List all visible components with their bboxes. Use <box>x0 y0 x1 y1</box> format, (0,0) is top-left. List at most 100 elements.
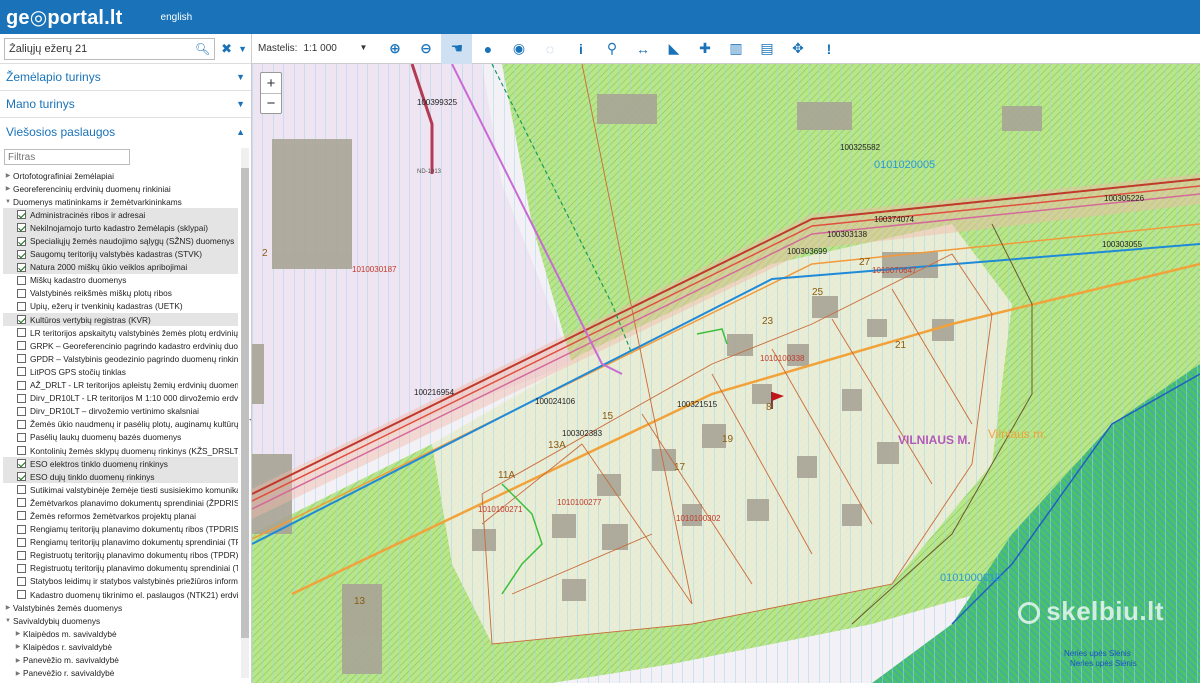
globe-button[interactable]: ● <box>472 34 503 64</box>
tree-folder[interactable]: ▶ Georeferencinių erdvinių duomenų rinkin… <box>3 182 238 195</box>
tree-folder[interactable]: ▶ Valstybinės žemės duomenys <box>3 601 238 614</box>
triangle-right-icon[interactable]: ▶ <box>13 630 23 637</box>
layer-item[interactable]: Miškų kadastro duomenys <box>3 274 238 287</box>
alert-button[interactable]: ! <box>813 34 844 64</box>
forward-button[interactable]: ◌ <box>534 34 565 64</box>
tree-folder[interactable]: ▶ Panevėžio r. savivaldybė <box>3 667 238 680</box>
layer-checkbox[interactable] <box>17 354 26 364</box>
layer-checkbox[interactable] <box>17 301 26 311</box>
layer-checkbox[interactable] <box>17 576 26 586</box>
profile-button[interactable]: ◣ <box>658 34 689 64</box>
layer-item[interactable]: Kontolinių žemės sklypų duomenų rinkinys… <box>3 444 238 457</box>
locate-button[interactable]: ✥ <box>782 34 813 64</box>
back-button[interactable]: ◉ <box>503 34 534 64</box>
triangle-right-icon[interactable]: ▶ <box>3 172 13 179</box>
search-input[interactable] <box>9 42 195 55</box>
link-button[interactable]: ⚲ <box>596 34 627 64</box>
layer-item[interactable]: Registruotų teritorijų planavimo dokumen… <box>3 562 238 575</box>
layer-item[interactable]: Registruotų teritorijų planavimo dokumen… <box>3 549 238 562</box>
layer-checkbox[interactable] <box>17 262 26 272</box>
layer-item[interactable]: Žemės reformos žemėtvarkos projektų plan… <box>3 509 238 522</box>
layer-item[interactable]: Sutikimai valstybinėje žemėje tiesti sus… <box>3 483 238 496</box>
filter-input[interactable] <box>4 149 130 165</box>
layer-item[interactable]: GRPK – Georeferencinio pagrindo kadastro… <box>3 339 238 352</box>
triangle-down-icon[interactable]: ▼ <box>3 199 13 205</box>
layer-checkbox[interactable] <box>17 524 26 534</box>
layer-checkbox[interactable] <box>17 472 26 482</box>
layer-item[interactable]: Specialiųjų žemės naudojimo sąlygų (SŽNS… <box>3 234 238 248</box>
layer-item[interactable]: GPDR – Valstybinis geodezinio pagrindo d… <box>3 352 238 365</box>
tree-folder[interactable]: ▶ Panevėžio m. savivaldybė <box>3 653 238 666</box>
layer-checkbox[interactable] <box>17 550 26 560</box>
info-button[interactable]: i <box>565 34 596 64</box>
zoom-in-button[interactable]: ⊕ <box>379 34 410 64</box>
layer-item[interactable]: Administracinės ribos ir adresai <box>3 208 238 222</box>
layer-item[interactable]: Rengiamų teritorijų planavimo dokumentų … <box>3 523 238 536</box>
layer-item[interactable]: Pasėlių laukų duomenų bazės duomenys <box>3 431 238 444</box>
layer-item[interactable]: LR teritorijos apskaitytų valstybinės že… <box>3 326 238 339</box>
layer-checkbox[interactable] <box>17 498 26 508</box>
triangle-right-icon[interactable]: ▶ <box>3 185 13 192</box>
scroll-thumb[interactable] <box>241 168 249 638</box>
triangle-right-icon[interactable]: ▶ <box>3 604 13 611</box>
layer-checkbox[interactable] <box>17 432 26 442</box>
layer-item[interactable]: LitPOS GPS stočių tinklas <box>3 365 238 378</box>
layer-item[interactable]: Statybos leidimų ir statybos valstybinės… <box>3 575 238 588</box>
layer-checkbox[interactable] <box>17 275 26 285</box>
layer-checkbox[interactable] <box>17 367 26 377</box>
layer-checkbox[interactable] <box>17 223 26 233</box>
triangle-right-icon[interactable]: ▶ <box>13 643 23 650</box>
layer-item[interactable]: Saugomų teritorijų valstybės kadastras (… <box>3 247 238 261</box>
layer-item[interactable]: Dirv_DR10LT – dirvožemio vertinimo skals… <box>3 405 238 418</box>
layer-checkbox[interactable] <box>17 393 26 403</box>
tree-folder[interactable]: ▶ Klaipėdos r. savivaldybė <box>3 640 238 653</box>
map-canvas[interactable]: 100399325 1010030187 2 100325582 0101020… <box>252 64 1200 683</box>
layer-item[interactable]: Žemėtvarkos planavimo dokumentų sprendin… <box>3 496 238 509</box>
zoom-out-button[interactable]: − <box>261 93 281 113</box>
layer-item[interactable]: Žemės ūkio naudmenų ir pasėlių plotų, au… <box>3 418 238 431</box>
layer-checkbox[interactable] <box>17 315 26 325</box>
tree-folder[interactable]: ▼ Savivaldybių duomenys <box>3 614 238 627</box>
layer-checkbox[interactable] <box>17 380 26 390</box>
layer-item[interactable]: Natura 2000 miškų ūkio veiklos apribojim… <box>3 260 238 274</box>
layer-checkbox[interactable] <box>17 406 26 416</box>
section-public-services[interactable]: Viešosios paslaugos ▲ <box>0 118 251 145</box>
layer-checkbox[interactable] <box>17 537 26 547</box>
layer-checkbox[interactable] <box>17 210 26 220</box>
triangle-right-icon[interactable]: ▶ <box>13 657 23 664</box>
layer-checkbox[interactable] <box>17 328 26 338</box>
scale-select[interactable]: 1:1 000 ▼ <box>303 43 367 54</box>
clear-icon[interactable]: ✖ <box>221 41 232 57</box>
layer-checkbox[interactable] <box>17 419 26 429</box>
section-map-contents[interactable]: Žemėlapio turinys ▼ <box>0 64 251 91</box>
layer-item[interactable]: ESO dujų tinklo duomenų rinkinys <box>3 470 238 484</box>
layer-checkbox[interactable] <box>17 590 26 600</box>
layer-checkbox[interactable] <box>17 288 26 298</box>
layer-checkbox[interactable] <box>17 341 26 351</box>
layer-checkbox[interactable] <box>17 511 26 521</box>
print-button[interactable]: ▤ <box>751 34 782 64</box>
zoom-out-button[interactable]: ⊖ <box>410 34 441 64</box>
layer-checkbox[interactable] <box>17 563 26 573</box>
pan-hand-button[interactable]: ☚ <box>441 33 473 64</box>
layer-item[interactable]: Valstybinės reikšmės miškų plotų ribos <box>3 287 238 300</box>
layer-item[interactable]: Kultūros vertybių registras (KVR) <box>3 313 238 327</box>
layer-checkbox[interactable] <box>17 236 26 246</box>
layer-item[interactable]: Dirv_DR10LT - LR teritorijos M 1:10 000 … <box>3 392 238 405</box>
layer-item[interactable]: Nekilnojamojo turto kadastro žemėlapis (… <box>3 221 238 235</box>
layer-checkbox[interactable] <box>17 485 26 495</box>
layer-item[interactable]: Upių, ežerų ir tvenkinių kadastras (UETK… <box>3 300 238 313</box>
layer-checkbox[interactable] <box>17 459 26 469</box>
search-icon[interactable]: 🔍︎ <box>195 42 210 56</box>
search-dropdown-icon[interactable]: ▼ <box>238 44 247 54</box>
geoportal-logo[interactable]: ge◎portal.lt <box>6 5 123 30</box>
layer-item[interactable]: Kadastro duomenų tikrinimo el. paslaugos… <box>3 588 238 601</box>
section-my-contents[interactable]: Mano turinys ▼ <box>0 91 251 118</box>
layer-checkbox[interactable] <box>17 249 26 259</box>
measure-button[interactable]: ↔ <box>627 34 658 64</box>
tree-folder[interactable]: ▶ Ortofotografiniai žemėlapiai <box>3 169 238 182</box>
add-button[interactable]: ✚ <box>689 34 720 64</box>
language-link[interactable]: english <box>161 12 193 23</box>
layer-item[interactable]: ESO elektros tinklo duomenų rinkinys <box>3 457 238 471</box>
tree-folder[interactable]: ▼ Duomenys matininkams ir žemėtvarkininka… <box>3 195 238 208</box>
